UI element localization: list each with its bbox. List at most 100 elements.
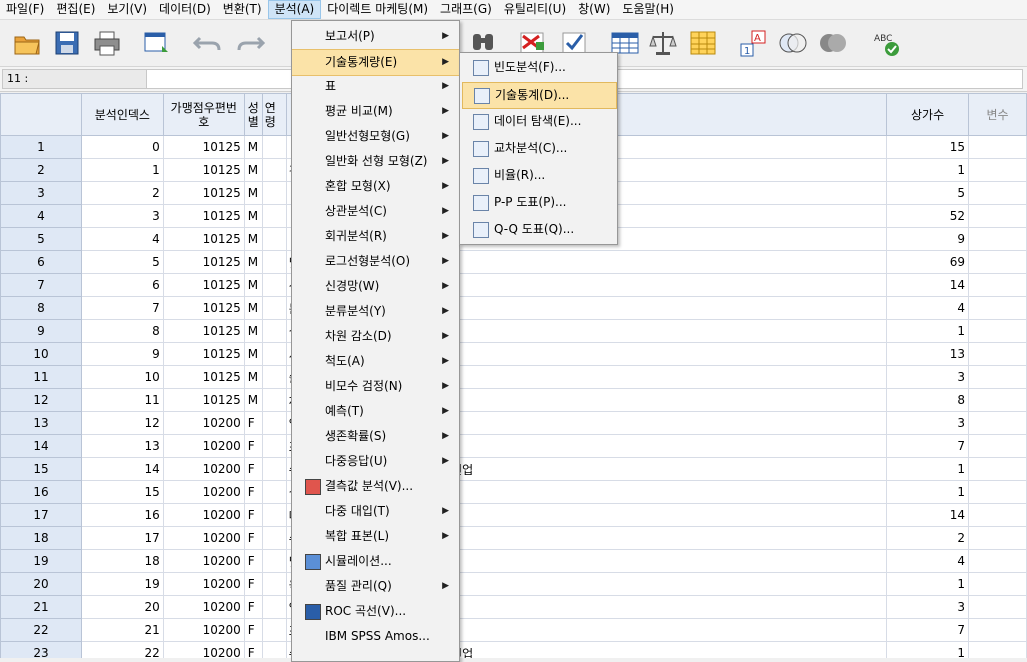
cell-analysis-index[interactable]: 6 [80,273,164,297]
cell-sex[interactable]: M [243,135,263,159]
save-icon[interactable] [52,28,82,58]
analyze-menu-item[interactable]: 다중 대입(T) ▶ [292,499,459,524]
table-row[interactable]: 222110200F조업7 [0,618,1027,642]
cell-age[interactable] [261,572,287,596]
analyze-menu-item[interactable]: 결측값 분석(V)... [292,474,459,499]
cell-store-count[interactable]: 14 [886,503,970,527]
print-icon[interactable] [92,28,122,58]
column-header-age[interactable]: 연령 [261,93,287,136]
cell-empty[interactable] [968,434,1027,458]
cell-empty[interactable] [968,158,1027,182]
row-number[interactable]: 8 [0,296,82,320]
row-number[interactable]: 4 [0,204,82,228]
cell-sex[interactable]: M [243,342,263,366]
cell-age[interactable] [261,158,287,182]
weight-cases-icon[interactable] [648,28,678,58]
cell-empty[interactable] [968,135,1027,159]
descriptives-menu-item[interactable]: Q-Q 도표(Q)... [462,217,615,242]
cell-empty[interactable] [968,480,1027,504]
cell-postal-code[interactable]: 10125 [162,250,245,274]
cell-store-count[interactable]: 1 [886,480,970,504]
cell-postal-code[interactable]: 10200 [162,503,245,527]
row-number[interactable]: 9 [0,319,82,343]
cell-analysis-index[interactable]: 9 [80,342,164,366]
cell-age[interactable] [261,503,287,527]
show-all-variables-icon[interactable] [818,28,848,58]
descriptives-menu-item[interactable]: 교차분석(C)... [462,136,615,161]
column-header-postal-code[interactable]: 가맹점우편번호 [162,93,245,136]
analyze-menu-item[interactable]: 기술통계량(E) ▶ [292,49,459,76]
cell-sex[interactable]: F [243,572,263,596]
analyze-menu-item[interactable]: 복합 표본(L) ▶ [292,524,459,549]
cell-postal-code[interactable]: 10200 [162,595,245,619]
cell-empty[interactable] [968,618,1027,642]
cell-empty[interactable] [968,641,1027,658]
analyze-menu-item[interactable]: IBM SPSS Amos... [292,624,459,649]
cell-analysis-index[interactable]: 0 [80,135,164,159]
cell-age[interactable] [261,641,287,658]
cell-postal-code[interactable]: 10200 [162,641,245,658]
cell-age[interactable] [261,595,287,619]
cell-analysis-index[interactable]: 2 [80,181,164,205]
row-number[interactable]: 15 [0,457,82,481]
cell-age[interactable] [261,204,287,228]
analyze-menu-item[interactable]: 신경망(W) ▶ [292,274,459,299]
cell-analysis-index[interactable]: 10 [80,365,164,389]
cell-analysis-index[interactable]: 11 [80,388,164,412]
cell-age[interactable] [261,526,287,550]
cell-store-count[interactable]: 52 [886,204,970,228]
column-header-analysis-index[interactable]: 분석인덱스 [80,93,164,136]
table-row[interactable]: 232210200F수·폐기물처리;원료재생및환경복원업1 [0,641,1027,658]
table-row[interactable]: 9810125M설시설관리및사업지원서비스업1 [0,319,1027,343]
descriptives-menu-item[interactable]: 비율(R)... [462,163,615,188]
cell-analysis-index[interactable]: 19 [80,572,164,596]
undo-icon[interactable] [192,28,222,58]
menu-7[interactable]: 그래프(G) [434,0,498,19]
corner-cell[interactable] [0,93,82,136]
cell-analysis-index[interactable]: 4 [80,227,164,251]
table-row[interactable]: 7610125M산업및임대업14 [0,273,1027,297]
cell-sex[interactable]: F [243,526,263,550]
cell-empty[interactable] [968,411,1027,435]
cell-empty[interactable] [968,549,1027,573]
row-number[interactable]: 21 [0,595,82,619]
value-labels-icon[interactable]: A1 [738,28,768,58]
cell-empty[interactable] [968,526,1027,550]
cell-empty[interactable] [968,250,1027,274]
cell-age[interactable] [261,135,287,159]
menu-9[interactable]: 창(W) [572,0,616,19]
cell-postal-code[interactable]: 10125 [162,181,245,205]
analyze-menu-item[interactable]: 혼합 모형(X) ▶ [292,174,459,199]
cell-postal-code[interactable]: 10125 [162,135,245,159]
menu-8[interactable]: 유틸리티(U) [498,0,572,19]
table-row[interactable]: 121110125M체및단체;수리및기타개인서비스업8 [0,388,1027,412]
table-row[interactable]: 201910200F육서비스업1 [0,572,1027,596]
cell-sex[interactable]: F [243,480,263,504]
cell-analysis-index[interactable]: 3 [80,204,164,228]
cell-age[interactable] [261,411,287,435]
cell-postal-code[interactable]: 10200 [162,434,245,458]
cell-sex[interactable]: M [243,227,263,251]
cell-store-count[interactable]: 5 [886,181,970,205]
analyze-menu-item[interactable]: 예측(T) ▶ [292,399,459,424]
cell-analysis-index[interactable]: 13 [80,434,164,458]
analyze-menu-item[interactable]: 다중응답(U) ▶ [292,449,459,474]
cell-analysis-index[interactable]: 12 [80,411,164,435]
cell-sex[interactable]: M [243,273,263,297]
column-header-store-count[interactable]: 상가수 [886,93,970,136]
cell-store-count[interactable]: 3 [886,411,970,435]
menu-0[interactable]: 파일(F) [0,0,50,19]
table-row[interactable]: 171610200F매및소매업14 [0,503,1027,527]
row-number[interactable]: 14 [0,434,82,458]
redo-icon[interactable] [236,28,266,58]
cell-store-count[interactable]: 4 [886,549,970,573]
table-row[interactable]: 181710200F수업2 [0,526,1027,550]
cell-store-count[interactable]: 3 [886,365,970,389]
cell-age[interactable] [261,434,287,458]
cell-store-count[interactable]: 1 [886,158,970,182]
cell-empty[interactable] [968,595,1027,619]
cell-age[interactable] [261,250,287,274]
cell-empty[interactable] [968,342,1027,366]
cell-store-count[interactable]: 69 [886,250,970,274]
cell-empty[interactable] [968,273,1027,297]
